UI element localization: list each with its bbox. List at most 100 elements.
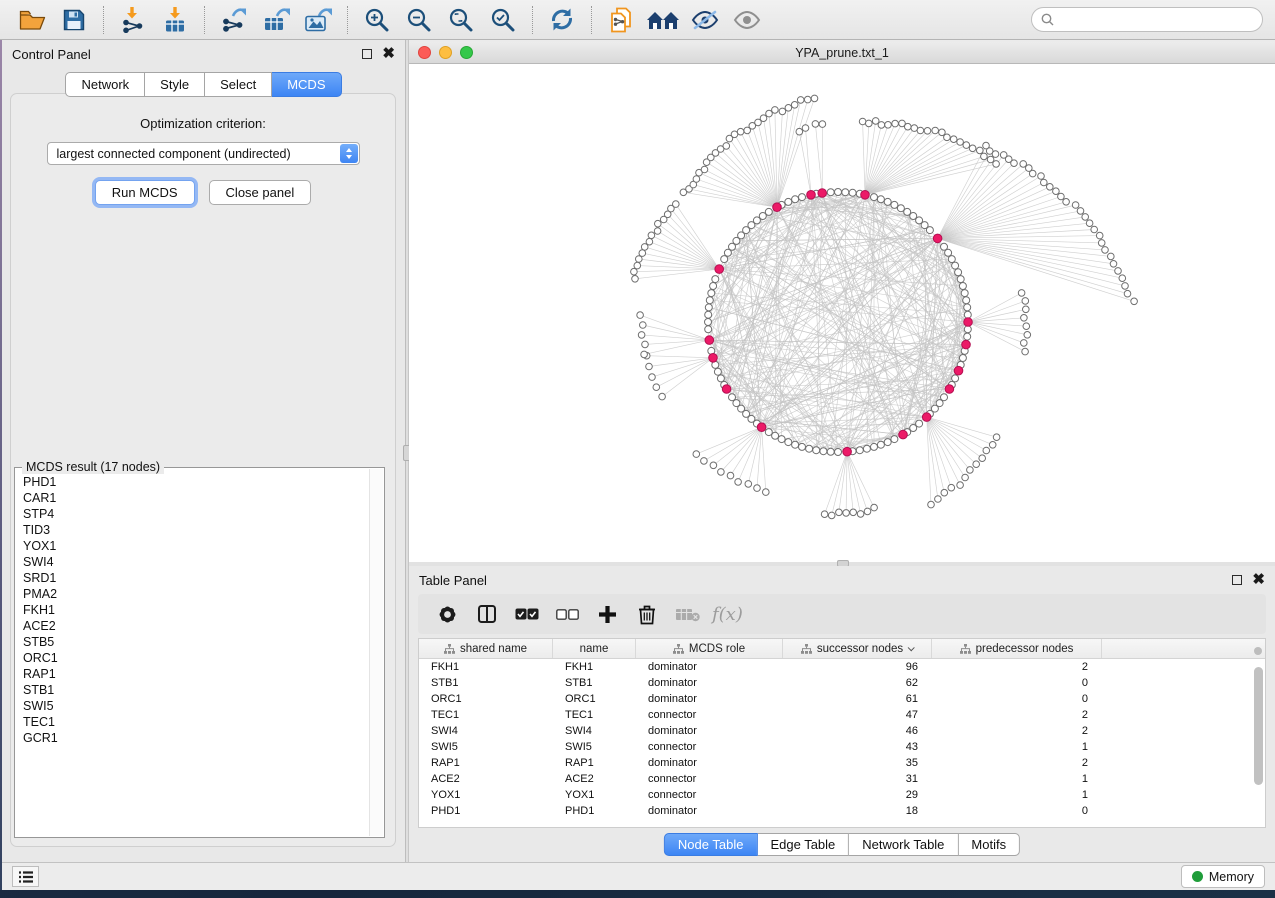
tab-edge-table[interactable]: Edge Table (757, 833, 849, 856)
table-row[interactable]: RAP1RAP1dominator352 (419, 755, 1265, 771)
toolbar-separator (103, 6, 104, 34)
column-header-successor-nodes[interactable]: successor nodes (783, 639, 932, 658)
close-panel-icon[interactable]: ✖ (1252, 575, 1265, 585)
window-maximize-button[interactable] (460, 46, 473, 59)
add-column-button[interactable] (592, 599, 622, 629)
right-region: YPA_prune.txt_1 Table Panel ✖ (409, 40, 1275, 862)
criterion-select[interactable]: largest connected component (undirected) (47, 142, 360, 165)
network-graph-canvas[interactable] (409, 64, 1275, 562)
mcds-result-item[interactable]: ACE2 (23, 618, 368, 634)
open-session-button[interactable] (12, 4, 52, 36)
zoom-in-icon (364, 7, 390, 33)
mcds-result-item[interactable]: CAR1 (23, 490, 368, 506)
main-toolbar (0, 0, 1275, 40)
zoom-selected-button[interactable] (483, 4, 523, 36)
table-row[interactable]: STB1STB1dominator620 (419, 675, 1265, 691)
import-table-button[interactable] (155, 4, 195, 36)
float-panel-icon[interactable] (1232, 575, 1242, 585)
mcds-result-item[interactable]: SWI5 (23, 698, 368, 714)
table-row[interactable]: PHD1PHD1dominator180 (419, 803, 1265, 819)
column-namespace-icon (673, 644, 684, 654)
column-header-name[interactable]: name (553, 639, 636, 658)
mcds-result-item[interactable]: STP4 (23, 506, 368, 522)
tab-style[interactable]: Style (145, 72, 205, 97)
toolbar-separator (204, 6, 205, 34)
column-header-predecessor-nodes[interactable]: predecessor nodes (932, 639, 1102, 658)
table-row[interactable]: SWI4SWI4dominator462 (419, 723, 1265, 739)
clone-network-button[interactable] (601, 4, 641, 36)
mcds-result-item[interactable]: SWI4 (23, 554, 368, 570)
import-network-icon (121, 6, 145, 33)
window-close-button[interactable] (418, 46, 431, 59)
table-panel: Table Panel ✖ (409, 566, 1275, 862)
mcds-result-item[interactable]: TEC1 (23, 714, 368, 730)
zoom-in-button[interactable] (357, 4, 397, 36)
list-icon (18, 870, 34, 884)
mcds-result-item[interactable]: STB1 (23, 682, 368, 698)
mcds-result-item[interactable]: ORC1 (23, 650, 368, 666)
show-columns-button[interactable] (472, 599, 502, 629)
table-row[interactable]: YOX1YOX1connector291 (419, 787, 1265, 803)
mcds-result-item[interactable]: FKH1 (23, 602, 368, 618)
tab-node-table[interactable]: Node Table (664, 833, 758, 856)
eye-icon (733, 10, 761, 30)
home-networks-button[interactable] (643, 4, 683, 36)
run-mcds-button[interactable]: Run MCDS (95, 180, 195, 205)
table-row[interactable]: FKH1FKH1dominator962 (419, 659, 1265, 675)
toolbar-separator (532, 6, 533, 34)
table-settings-button[interactable] (432, 599, 462, 629)
delete-column-button[interactable] (632, 599, 662, 629)
tab-motifs[interactable]: Motifs (958, 833, 1020, 856)
export-image-icon (304, 7, 332, 33)
mcds-result-item[interactable]: SRD1 (23, 570, 368, 586)
window-minimize-button[interactable] (439, 46, 452, 59)
houses-icon (646, 9, 680, 31)
table-row[interactable]: ORC1ORC1dominator610 (419, 691, 1265, 707)
show-all-button[interactable] (727, 4, 767, 36)
column-namespace-icon (801, 644, 812, 654)
tab-select[interactable]: Select (205, 72, 272, 97)
search-input[interactable] (1059, 13, 1253, 27)
float-panel-icon[interactable] (362, 49, 372, 59)
mcds-result-item[interactable]: PMA2 (23, 586, 368, 602)
memory-label: Memory (1209, 870, 1254, 884)
column-header-shared-name[interactable]: shared name (419, 639, 553, 658)
memory-button[interactable]: Memory (1181, 865, 1265, 888)
mcds-result-item[interactable]: STB5 (23, 634, 368, 650)
refresh-view-button[interactable] (542, 4, 582, 36)
save-session-button[interactable] (54, 4, 94, 36)
column-header-MCDS-role[interactable]: MCDS role (636, 639, 783, 658)
import-network-button[interactable] (113, 4, 153, 36)
close-panel-button[interactable]: Close panel (209, 180, 312, 205)
mcds-result-list[interactable]: PHD1CAR1STP4TID3YOX1SWI4SRD1PMA2FKH1ACE2… (16, 474, 368, 836)
export-table-button[interactable] (256, 4, 296, 36)
mcds-result-item[interactable]: GCR1 (23, 730, 368, 746)
mcds-result-item[interactable]: TID3 (23, 522, 368, 538)
select-all-button[interactable] (512, 599, 542, 629)
tab-mcds[interactable]: MCDS (272, 72, 341, 97)
export-table-icon (263, 7, 290, 33)
zoom-fit-button[interactable] (441, 4, 481, 36)
checked-boxes-icon (515, 608, 539, 620)
tab-network-table[interactable]: Network Table (849, 833, 958, 856)
scrollbar-thumb[interactable] (1254, 667, 1263, 785)
result-scrollbar[interactable] (369, 469, 383, 836)
mcds-result-item[interactable]: PHD1 (23, 474, 368, 490)
export-image-button[interactable] (298, 4, 338, 36)
table-row[interactable]: SWI5SWI5connector431 (419, 739, 1265, 755)
zoom-out-button[interactable] (399, 4, 439, 36)
mcds-result-item[interactable]: YOX1 (23, 538, 368, 554)
table-row[interactable]: TEC1TEC1connector472 (419, 707, 1265, 723)
network-window-titlebar[interactable]: YPA_prune.txt_1 (409, 42, 1275, 64)
task-history-button[interactable] (12, 866, 39, 887)
deselect-all-button[interactable] (552, 599, 582, 629)
mcds-result-item[interactable]: RAP1 (23, 666, 368, 682)
table-row[interactable]: ACE2ACE2connector311 (419, 771, 1265, 787)
scrollbar-dot (1254, 647, 1262, 655)
tab-network[interactable]: Network (65, 72, 145, 97)
close-panel-icon[interactable]: ✖ (382, 49, 395, 59)
table-scrollbar[interactable] (1254, 663, 1263, 821)
search-field (1031, 7, 1263, 32)
hide-selected-button[interactable] (685, 4, 725, 36)
export-network-button[interactable] (214, 4, 254, 36)
